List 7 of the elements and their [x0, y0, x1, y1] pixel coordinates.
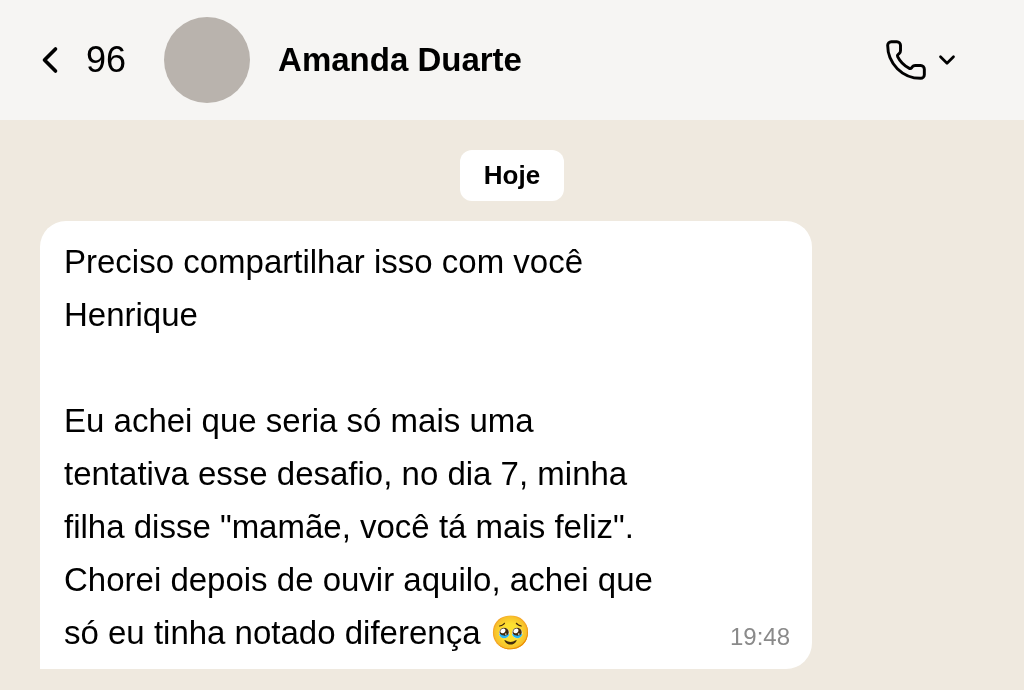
contact-name[interactable]: Amanda Duarte [278, 35, 522, 85]
date-chip: Hoje [459, 150, 565, 201]
message-time: 19:48 [729, 622, 790, 652]
message-text: Eu achei que seria só mais uma tentativa esse desafio, no dia 7, minha filha disse "mamãe, você tá mais feliz". Chorei depois de ouvir aquilo, achei que só eu tinha notado diferença 🥹 [64, 401, 653, 653]
back-button[interactable]: 96 [28, 33, 127, 87]
phone-icon [884, 38, 928, 82]
message-text: Preciso compartilhar isso com você Henrique [64, 242, 583, 335]
